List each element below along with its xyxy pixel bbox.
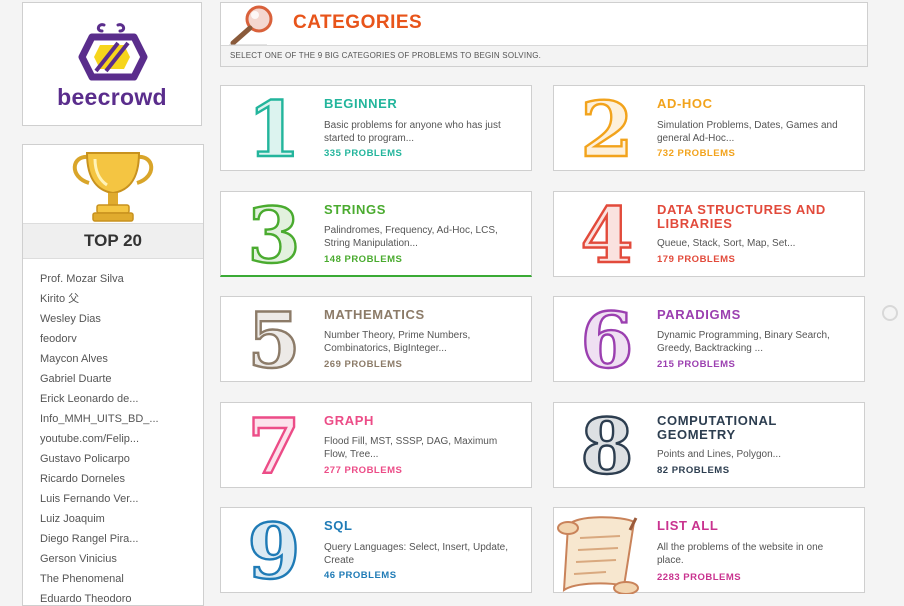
number-2-icon: 2	[579, 86, 634, 166]
category-description: Points and Lines, Polygon...	[657, 449, 781, 460]
magnifier-icon	[229, 5, 273, 46]
number-9-icon: 9	[246, 508, 301, 588]
svg-text:6: 6	[581, 297, 634, 377]
category-card-list-all[interactable]: List All All the problems of the website…	[553, 507, 865, 594]
category-problem-count: 46 problems	[324, 570, 397, 581]
category-description: All the problems of the website in one p…	[657, 542, 824, 566]
ranking-user-link[interactable]: Luiz Joaquim	[40, 511, 159, 531]
scroll-icon	[557, 516, 639, 594]
ranking-user-link[interactable]: The Phenomenal	[40, 571, 159, 591]
category-name: Computational Geometry	[657, 413, 777, 442]
svg-text:4: 4	[581, 192, 634, 272]
category-description: Query Languages: Select, Insert, Update,…	[324, 542, 508, 566]
number-6-icon: 6	[579, 297, 634, 377]
category-description: Basic problems for anyone who has just s…	[324, 120, 501, 144]
trophy-icon	[72, 152, 154, 222]
category-problem-count: 148 problems	[324, 254, 403, 265]
svg-text:5: 5	[248, 297, 301, 377]
category-name: List All	[657, 518, 719, 533]
category-card-computational-geometry[interactable]: 8 Computational Geometry Points and Line…	[553, 402, 865, 488]
background-decoration	[882, 305, 898, 321]
category-card-data-structures[interactable]: 4 Data Structures and Libraries Queue, S…	[553, 191, 865, 277]
number-5-icon: 5	[246, 297, 301, 377]
categories-header: CATEGORIES Select one of the 9 big categ…	[220, 2, 868, 67]
category-name: Beginner	[324, 96, 398, 111]
page-subtitle: Select one of the 9 big categories of pr…	[221, 45, 867, 66]
ranking-user-link[interactable]: Info_MMH_UITS_BD_...	[40, 411, 159, 431]
category-description: Number Theory, Prime Numbers, Combinator…	[324, 330, 471, 354]
category-problem-count: 82 problems	[657, 465, 730, 476]
category-name: Data Structures and Libraries	[657, 202, 826, 231]
category-description: Queue, Stack, Sort, Map, Set...	[657, 238, 796, 249]
number-4-icon: 4	[579, 192, 634, 272]
category-card-paradigms[interactable]: 6 Paradigms Dynamic Programming, Binary …	[553, 296, 865, 382]
ranking-user-link[interactable]: Luis Fernando Ver...	[40, 491, 159, 511]
category-problem-count: 335 problems	[324, 148, 403, 159]
logo-panel[interactable]: beecrowd	[22, 2, 202, 126]
category-card-sql[interactable]: 9 SQL Query Languages: Select, Insert, U…	[220, 507, 532, 593]
ranking-user-link[interactable]: Gabriel Duarte	[40, 371, 159, 391]
ranking-user-link[interactable]: Prof. Mozar Silva	[40, 271, 159, 291]
ranking-user-link[interactable]: Diego Rangel Pira...	[40, 531, 159, 551]
ranking-user-link[interactable]: Kirito 父	[40, 291, 159, 311]
ranking-user-link[interactable]: Maycon Alves	[40, 351, 159, 371]
category-card-strings[interactable]: 3 Strings Palindromes, Frequency, Ad-Hoc…	[220, 191, 532, 277]
ranking-user-link[interactable]: Gustavo Policarpo	[40, 451, 159, 471]
category-card-beginner[interactable]: 1 Beginner Basic problems for anyone who…	[220, 85, 532, 171]
category-problem-count: 269 problems	[324, 359, 403, 370]
svg-text:3: 3	[248, 192, 301, 272]
number-1-icon: 1	[246, 86, 301, 166]
number-8-icon: 8	[579, 403, 634, 483]
category-problem-count: 2283 problems	[657, 572, 742, 583]
category-description: Palindromes, Frequency, Ad-Hoc, LCS, Str…	[324, 225, 498, 249]
page-title: CATEGORIES	[293, 12, 423, 33]
beecrowd-logo-icon	[78, 23, 148, 81]
top-ranking-title: TOP 20	[23, 223, 203, 259]
ranking-user-link[interactable]: youtube.com/Felip...	[40, 431, 159, 451]
svg-text:9: 9	[248, 508, 301, 588]
ranking-user-link[interactable]: Wesley Dias	[40, 311, 159, 331]
svg-text:2: 2	[581, 86, 634, 166]
number-3-icon: 3	[246, 192, 301, 272]
category-problem-count: 215 problems	[657, 359, 736, 370]
category-card-graph[interactable]: 7 Graph Flood Fill, MST, SSSP, DAG, Maxi…	[220, 402, 532, 488]
category-description: Dynamic Programming, Binary Search, Gree…	[657, 330, 830, 354]
category-name: Graph	[324, 413, 374, 428]
svg-text:1: 1	[248, 86, 301, 166]
top-ranking-panel: TOP 20 Prof. Mozar Silva Kirito 父 Wesley…	[22, 144, 204, 606]
ranking-user-link[interactable]: Eduardo Theodoro	[40, 591, 159, 605]
category-name: SQL	[324, 518, 353, 533]
category-description: Flood Fill, MST, SSSP, DAG, Maximum Flow…	[324, 436, 498, 460]
ranking-user-link[interactable]: Ricardo Dorneles	[40, 471, 159, 491]
category-name: Mathematics	[324, 307, 425, 322]
number-7-icon: 7	[246, 403, 301, 483]
svg-text:8: 8	[581, 403, 634, 483]
category-name: Strings	[324, 202, 386, 217]
category-name: Paradigms	[657, 307, 741, 322]
ranking-user-link[interactable]: Gerson Vinicius	[40, 551, 159, 571]
category-card-mathematics[interactable]: 5 Mathematics Number Theory, Prime Numbe…	[220, 296, 532, 382]
ranking-user-link[interactable]: Erick Leonardo de...	[40, 391, 159, 411]
category-problem-count: 732 problems	[657, 148, 736, 159]
ranking-user-link[interactable]: feodorv	[40, 331, 159, 351]
top-ranking-list: Prof. Mozar Silva Kirito 父 Wesley Dias f…	[40, 271, 159, 605]
category-name: Ad-Hoc	[657, 96, 713, 111]
brand-name: beecrowd	[57, 84, 167, 110]
category-problem-count: 277 problems	[324, 465, 403, 476]
svg-text:7: 7	[248, 403, 301, 483]
category-card-ad-hoc[interactable]: 2 Ad-Hoc Simulation Problems, Dates, Gam…	[553, 85, 865, 171]
category-problem-count: 179 problems	[657, 254, 736, 265]
category-description: Simulation Problems, Dates, Games and ge…	[657, 120, 838, 144]
